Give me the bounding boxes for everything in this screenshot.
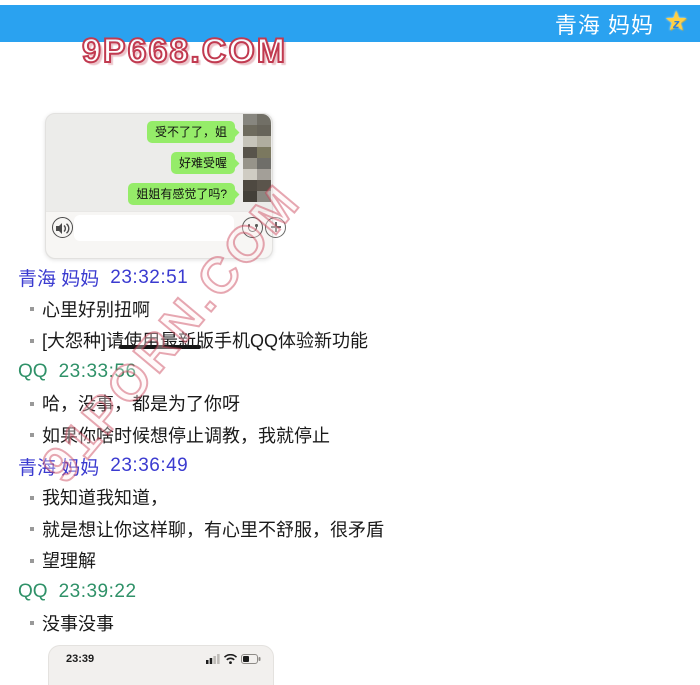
message-sender: QQ: [18, 581, 48, 603]
star-badge-icon: ★ z: [664, 10, 692, 38]
voice-message-icon[interactable]: [52, 217, 73, 238]
message-line: 望理解: [0, 545, 700, 576]
message-line: 没事没事: [0, 607, 700, 638]
message-header: 青海 妈妈 23:32:51: [0, 262, 700, 293]
message-text: 没事没事: [42, 610, 114, 636]
message-time: 23:39:22: [59, 581, 137, 603]
bullet-icon: [30, 559, 34, 563]
mosaic-cell: [243, 191, 257, 202]
message-text: [大怨种]请使用最新版手机QQ体验新功能: [42, 327, 368, 353]
bullet-icon: [30, 307, 34, 311]
message-time: 23:33:56: [59, 361, 137, 383]
message-header: QQ 23:39:22: [0, 576, 700, 607]
message-text: 心里好别扭啊: [42, 296, 150, 322]
chat-title: 青海 妈妈: [555, 8, 654, 40]
message-header: QQ 23:33:56: [0, 356, 700, 387]
message-input-field[interactable]: [74, 215, 234, 241]
pixelated-avatar: [243, 114, 271, 202]
mosaic-cell: [243, 147, 257, 158]
message-sender: 青海 妈妈: [18, 453, 99, 480]
chat-bubble: 好难受喔: [171, 152, 235, 174]
mosaic-cell: [257, 136, 271, 147]
mosaic-cell: [243, 169, 257, 180]
mosaic-cell: [243, 125, 257, 136]
mosaic-cell: [243, 114, 257, 125]
mosaic-cell: [257, 114, 271, 125]
message-text: 就是想让你这样聊，有心里不舒服，很矛盾: [42, 516, 384, 542]
message-text: 哈，没事，都是为了你呀: [42, 390, 240, 416]
message-text: 我知道我知道，: [42, 484, 168, 510]
status-time: 23:39: [66, 653, 94, 665]
message-line: 我知道我知道，: [0, 482, 700, 513]
mosaic-cell: [257, 125, 271, 136]
mosaic-cell: [257, 158, 271, 169]
message-text: 如果你啥时候想停止调教，我就停止: [42, 422, 330, 448]
message-time: 23:32:51: [110, 267, 188, 289]
emoji-icon[interactable]: [242, 217, 263, 238]
plus-icon[interactable]: [265, 217, 286, 238]
bubble-tail: [230, 190, 240, 200]
embedded-chat-screenshot: 受不了了，姐 好难受喔 姐姐有感觉了吗?: [45, 113, 273, 259]
status-icons: [206, 654, 261, 664]
mosaic-cell: [257, 180, 271, 191]
chat-bubble-text: 受不了了，姐: [155, 125, 227, 139]
phone-status-bar: 23:39: [49, 646, 273, 665]
cellular-signal-icon: [206, 654, 220, 664]
bullet-icon: [30, 402, 34, 406]
chat-log: 青海 妈妈 23:32:51 心里好别扭啊 [大怨种]请使用最新版手机QQ体验新功能 Q…: [0, 262, 700, 639]
message-header: 青海 妈妈 23:36:49: [0, 450, 700, 481]
message-line: [大怨种]请使用最新版手机QQ体验新功能: [0, 325, 700, 356]
star-letter: z: [673, 16, 680, 31]
bullet-icon: [30, 527, 34, 531]
bullet-icon: [30, 433, 34, 437]
chat-bubble: 受不了了，姐: [147, 121, 235, 143]
message-line: 就是想让你这样聊，有心里不舒服，很矛盾: [0, 513, 700, 544]
mosaic-cell: [257, 169, 271, 180]
message-text: 望理解: [42, 547, 96, 573]
chat-bubble-text: 好难受喔: [179, 156, 227, 170]
battery-icon: [241, 654, 261, 664]
message-sender: QQ: [18, 361, 48, 383]
bottom-phone-screenshot: 23:39: [48, 645, 274, 685]
chat-bubble: 姐姐有感觉了吗?: [128, 183, 235, 205]
chat-bubble-text: 姐姐有感觉了吗?: [136, 187, 227, 201]
bullet-icon: [30, 339, 34, 343]
mosaic-cell: [257, 147, 271, 158]
message-line: 哈，没事，都是为了你呀: [0, 388, 700, 419]
message-line: 心里好别扭啊: [0, 293, 700, 324]
mosaic-cell: [243, 136, 257, 147]
header-bar: 青海 妈妈 ★ z: [0, 5, 700, 42]
message-sender: 青海 妈妈: [18, 264, 99, 291]
bubble-tail: [230, 128, 240, 138]
message-line: 如果你啥时候想停止调教，我就停止: [0, 419, 700, 450]
bullet-icon: [30, 496, 34, 500]
message-time: 23:36:49: [110, 455, 188, 477]
mosaic-cell: [257, 191, 271, 202]
mosaic-cell: [243, 158, 257, 169]
bubble-tail: [230, 159, 240, 169]
mosaic-cell: [243, 180, 257, 191]
bullet-icon: [30, 621, 34, 625]
wifi-icon: [224, 654, 237, 664]
